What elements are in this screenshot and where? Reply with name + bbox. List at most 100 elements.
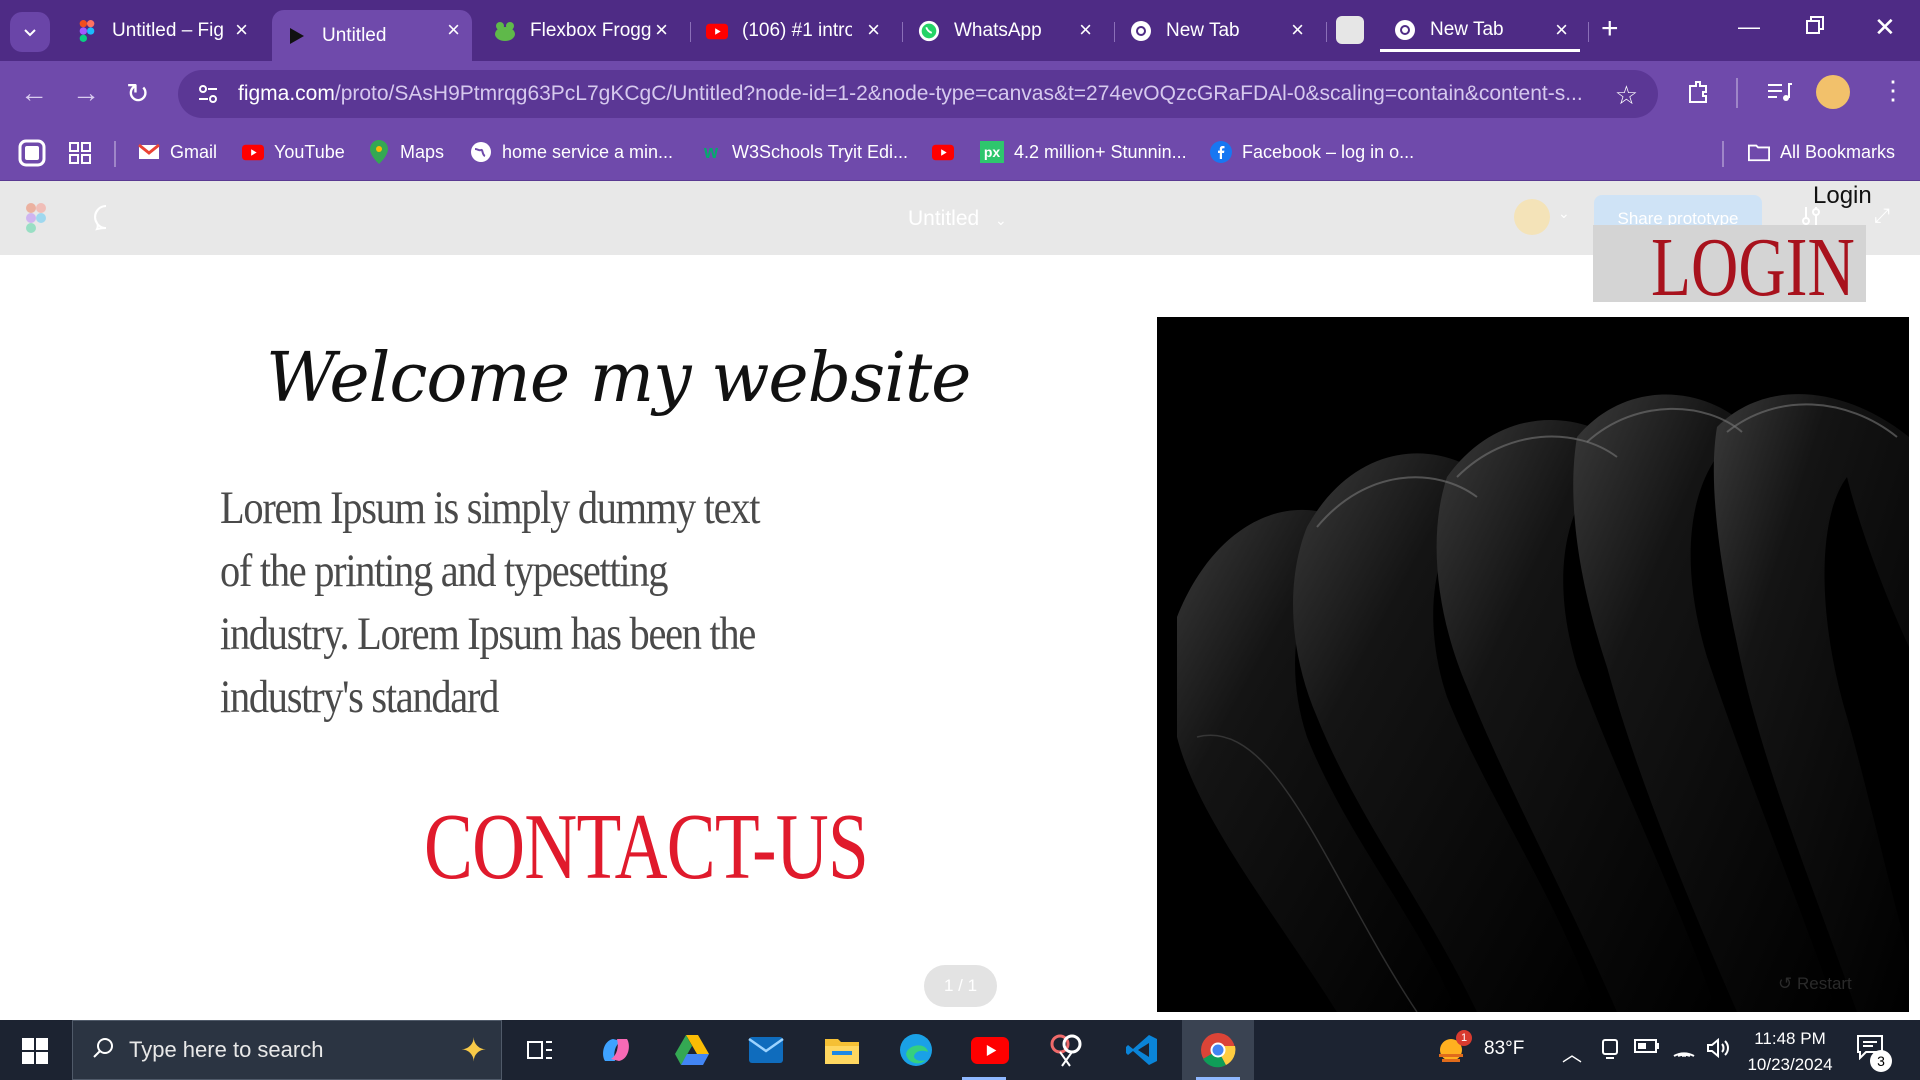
close-icon[interactable]: × xyxy=(447,18,460,42)
volume-icon[interactable] xyxy=(1706,1037,1730,1064)
mail-icon[interactable] xyxy=(746,1030,786,1070)
youtube-icon xyxy=(706,20,728,42)
apps-square-icon[interactable] xyxy=(18,139,46,167)
pixabay-icon: px xyxy=(980,141,1004,163)
close-icon[interactable]: × xyxy=(1291,18,1304,42)
page-indicator: 1 / 1 xyxy=(924,965,997,1007)
tab-whatsapp[interactable]: WhatsApp × xyxy=(904,10,1104,52)
weather-badge: 1 xyxy=(1456,1030,1472,1046)
minimize-icon[interactable]: — xyxy=(1738,14,1760,40)
close-icon[interactable]: × xyxy=(235,18,248,42)
figma-file-title[interactable]: Untitled ⌄ xyxy=(908,207,1007,231)
reload-icon[interactable]: ↻ xyxy=(126,77,149,110)
new-tab-plus-icon[interactable]: + xyxy=(1601,14,1619,44)
address-bar[interactable]: figma.com/proto/SAsH9Ptmrqg63PcL7gKCgC/U… xyxy=(178,70,1658,118)
all-bookmarks-button[interactable]: All Bookmarks xyxy=(1748,141,1895,163)
tab-title: Untitled – Fig xyxy=(112,20,224,41)
frog-icon xyxy=(494,20,516,42)
chevron-down-icon[interactable]: ⌄ xyxy=(1558,205,1570,222)
bookmark-w3schools[interactable]: w W3Schools Tryit Edi... xyxy=(700,141,908,163)
bookmark-maps[interactable]: Maps xyxy=(368,140,445,164)
tab-new-tab-1[interactable]: New Tab × xyxy=(1116,10,1316,52)
expand-icon[interactable]: ⤢ xyxy=(1874,205,1890,228)
figma-logo-icon[interactable] xyxy=(26,203,46,238)
profile-avatar[interactable] xyxy=(1816,75,1850,109)
bookmark-gmail[interactable]: Gmail xyxy=(138,141,217,163)
edge-icon[interactable] xyxy=(896,1030,936,1070)
tab-title: (106) #1 intro xyxy=(742,20,852,41)
welcome-heading: Welcome my website xyxy=(266,339,971,418)
system-clock[interactable]: 11:48 PM 10/23/2024 xyxy=(1740,1026,1840,1078)
close-icon[interactable]: × xyxy=(1555,18,1568,42)
facebook-icon xyxy=(1210,141,1232,163)
notification-count-badge: 3 xyxy=(1870,1050,1892,1072)
youtube-icon xyxy=(242,141,264,163)
clock-date: 10/23/2024 xyxy=(1747,1055,1833,1074)
file-explorer-icon[interactable] xyxy=(822,1030,862,1070)
chrome-taskbar-icon[interactable] xyxy=(1198,1030,1238,1070)
tab-title: New Tab xyxy=(1430,18,1504,40)
play-icon xyxy=(286,25,308,47)
site-settings-icon[interactable] xyxy=(194,80,222,108)
url-path: /proto/SAsH9Ptmrqg63PcL7gKCgC/Untitled?n… xyxy=(334,82,1583,105)
bookmarks-bar: Gmail YouTube Maps home service a min...… xyxy=(0,127,1920,181)
bookmark-youtube-2[interactable] xyxy=(932,141,964,163)
tab-new-tab-2[interactable]: New Tab × xyxy=(1380,10,1580,52)
login-link[interactable]: Login xyxy=(1813,182,1872,210)
bookmark-home-service[interactable]: home service a min... xyxy=(470,141,673,163)
media-control-icon[interactable] xyxy=(1765,78,1793,111)
bookmark-facebook[interactable]: Facebook – log in o... xyxy=(1210,141,1414,163)
bookmark-pixabay[interactable]: px 4.2 million+ Stunnin... xyxy=(980,141,1187,163)
gmail-icon xyxy=(138,141,160,163)
url-text[interactable]: figma.com/proto/SAsH9Ptmrqg63PcL7gKCgC/U… xyxy=(238,82,1618,106)
youtube-app-icon[interactable] xyxy=(970,1030,1010,1070)
close-icon[interactable]: × xyxy=(655,18,668,42)
restart-button[interactable]: ↺ Restart xyxy=(1778,974,1852,994)
windows-start-icon[interactable] xyxy=(22,1038,48,1069)
tab-flexbox-froggy[interactable]: Flexbox Frogg × xyxy=(480,10,680,52)
restore-icon[interactable] xyxy=(1806,14,1824,40)
copilot-icon[interactable] xyxy=(596,1030,636,1070)
wifi-icon[interactable] xyxy=(1672,1038,1696,1064)
toolbar-divider xyxy=(1736,78,1738,108)
meet-now-icon[interactable] xyxy=(1600,1038,1620,1066)
extensions-icon[interactable] xyxy=(1684,78,1712,111)
tab-separator xyxy=(902,22,903,42)
close-icon[interactable]: × xyxy=(1079,18,1092,42)
bookmark-star-icon[interactable]: ☆ xyxy=(1615,80,1638,111)
back-arrow-icon[interactable]: ← xyxy=(20,77,48,109)
taskbar-search[interactable]: Type here to search ✦ xyxy=(72,1020,502,1080)
close-window-icon[interactable]: ✕ xyxy=(1874,12,1896,43)
bookmark-label: Maps xyxy=(400,141,445,162)
login-button[interactable]: LOGIN xyxy=(1593,225,1866,302)
contact-us-button[interactable]: CONTACT-US xyxy=(424,793,869,901)
bookmark-label: 4.2 million+ Stunnin... xyxy=(1014,141,1187,162)
bookmark-label: YouTube xyxy=(274,141,345,162)
tab-title: Flexbox Frogg xyxy=(530,20,652,41)
task-view-icon[interactable] xyxy=(520,1030,560,1070)
snipping-tool-icon[interactable] xyxy=(1046,1030,1086,1070)
google-drive-icon[interactable] xyxy=(672,1030,712,1070)
figma-avatar[interactable] xyxy=(1514,199,1550,235)
figma-file-title-text: Untitled xyxy=(908,207,980,230)
chevron-up-icon[interactable]: ︿ xyxy=(1562,1038,1582,1067)
tab-strip: Untitled – Fig × Untitled × Flexbox Frog… xyxy=(0,0,1920,61)
restart-icon: ↺ xyxy=(1778,974,1793,993)
battery-icon[interactable] xyxy=(1634,1038,1660,1060)
tab-search-button[interactable] xyxy=(10,12,50,52)
tab-figma[interactable]: Untitled – Fig × xyxy=(62,10,260,52)
search-icon xyxy=(91,1036,115,1065)
search-placeholder: Type here to search xyxy=(129,1037,324,1062)
tab-untitled-active[interactable]: Untitled × xyxy=(272,10,472,61)
more-menu-icon[interactable]: ⋮ xyxy=(1880,75,1906,106)
tab-youtube-video[interactable]: (106) #1 intro × xyxy=(692,10,892,52)
close-icon[interactable]: × xyxy=(867,18,880,42)
blank-tab-favicon[interactable] xyxy=(1336,16,1364,44)
bookmark-youtube[interactable]: YouTube xyxy=(242,141,345,163)
tab-separator xyxy=(1588,22,1589,42)
vscode-icon[interactable] xyxy=(1122,1030,1162,1070)
restart-label: Restart xyxy=(1796,974,1852,993)
apps-grid-icon[interactable] xyxy=(68,141,92,165)
forward-arrow-icon[interactable]: → xyxy=(72,77,100,109)
comment-icon[interactable] xyxy=(92,203,120,236)
